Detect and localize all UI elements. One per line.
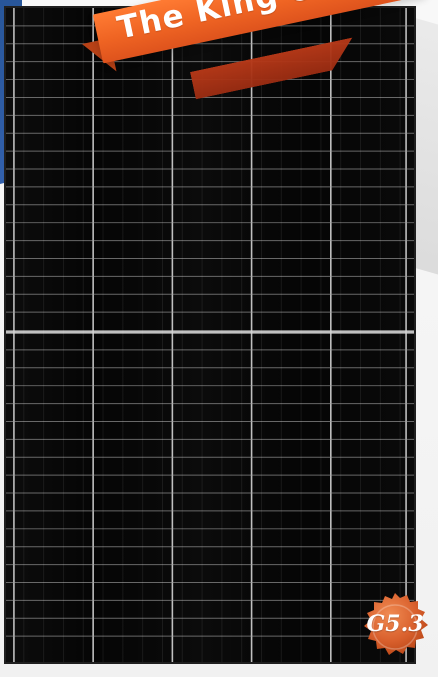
badge-text: G5.3 [366, 611, 424, 637]
product-image: The King of Roofto G5.3 [0, 0, 438, 677]
g53-badge: G5.3 [354, 591, 436, 673]
banner-ribbon: The King of Roofto [82, 0, 438, 112]
banner-ribbon-shadow-tail [190, 37, 358, 99]
